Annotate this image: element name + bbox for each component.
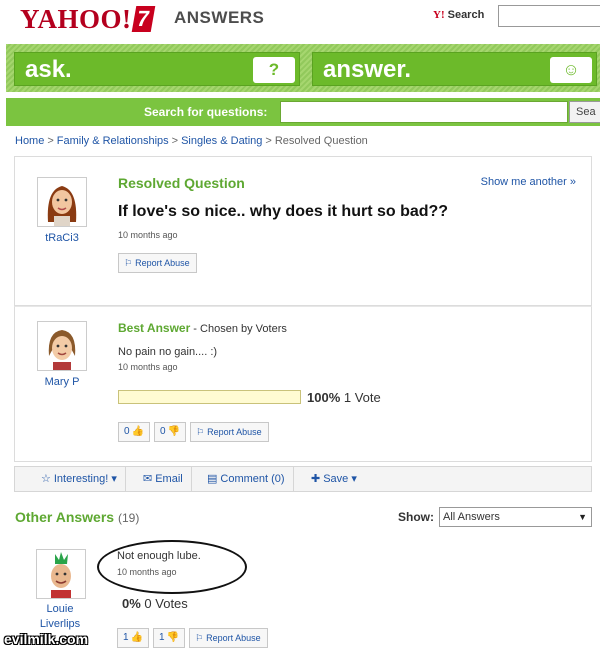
vote-progress-bar xyxy=(118,390,301,404)
question-time: 10 months ago xyxy=(118,230,178,240)
flag-icon: ⚐ xyxy=(196,427,205,437)
header: YAHOO! 7 ANSWERS Y! Search xyxy=(0,0,600,40)
asker-name[interactable]: tRaCi3 xyxy=(32,232,92,244)
chevron-down-icon: ▾ xyxy=(351,473,357,485)
answer-report-abuse-button[interactable]: ⚐ Report Abuse xyxy=(190,422,269,442)
breadcrumb-current: Resolved Question xyxy=(274,135,368,147)
question-title: If love's so nice.. why does it hurt so … xyxy=(118,203,449,220)
flag-icon: ⚐ xyxy=(195,633,204,643)
best-answer-panel: Mary P Best Answer - Chosen by Voters No… xyxy=(14,306,592,462)
ask-button[interactable]: ask. ? xyxy=(14,52,300,86)
avatar-woman-icon xyxy=(38,322,86,370)
question-search-input[interactable] xyxy=(280,101,568,123)
header-search-input[interactable] xyxy=(498,5,600,27)
interesting-button[interactable]: ☆ Interesting! ▾ xyxy=(35,467,126,491)
other-thumbs-down-button[interactable]: 1 👎 xyxy=(153,628,186,648)
logo-badge: 7 xyxy=(131,6,155,32)
show-filter-select[interactable]: All Answers ▼ xyxy=(439,507,592,527)
save-button[interactable]: ✚ Save ▾ xyxy=(305,467,365,491)
best-answer-time: 10 months ago xyxy=(118,362,178,372)
chevron-down-icon: ▾ xyxy=(111,473,117,485)
breadcrumb: Home > Family & Relationships > Singles & Da… xyxy=(15,135,368,147)
best-answer-label: Best Answer - Chosen by Voters xyxy=(118,321,287,335)
vote-result: 100% 1 Vote xyxy=(307,390,381,405)
thumbs-down-icon: 👎 xyxy=(166,632,180,643)
flag-icon: ⚐ xyxy=(124,258,133,268)
thumbs-up-icon: 👍 xyxy=(131,426,145,437)
thumbs-up-button[interactable]: 0 👍 xyxy=(118,422,151,442)
best-answer-text: No pain no gain.... :) xyxy=(118,346,218,358)
answerer-name[interactable]: Mary P xyxy=(32,376,92,388)
email-button[interactable]: ✉ Email xyxy=(137,467,192,491)
header-search-label: Y! Search xyxy=(433,9,485,21)
ask-label: ask. xyxy=(25,56,72,83)
watermark: evilmilk.com xyxy=(4,631,89,647)
plus-icon: ✚ xyxy=(311,473,321,485)
report-abuse-button[interactable]: ⚐ Report Abuse xyxy=(118,253,197,273)
question-search-strip: Search for questions: Sea xyxy=(6,98,600,126)
comment-icon: ▤ xyxy=(207,473,218,485)
other-vote-result: 0% 0 Votes xyxy=(122,596,188,611)
other-thumbs-up-button[interactable]: 1 👍 xyxy=(117,628,150,648)
thumbs-down-icon: 👎 xyxy=(167,426,181,437)
search-questions-label: Search for questions: xyxy=(144,105,268,119)
answer-button[interactable]: answer. ☺ xyxy=(312,52,597,86)
comment-button[interactable]: ▤ Comment (0) xyxy=(201,467,294,491)
logo-suffix: ANSWERS xyxy=(174,8,265,27)
logo-text: YAHOO! xyxy=(20,4,132,34)
resolved-question-label: Resolved Question xyxy=(118,175,245,191)
star-icon: ☆ xyxy=(41,473,51,485)
action-bar: ☆ Interesting! ▾ ✉ Email ▤ Comment (0) ✚ Sav… xyxy=(14,466,592,492)
question-mark-icon: ? xyxy=(253,57,295,83)
question-search-button[interactable]: Sea xyxy=(569,101,600,123)
question-panel: tRaCi3 Resolved Question Show me another… xyxy=(14,156,592,306)
thumbs-up-icon: 👍 xyxy=(130,632,144,643)
other-answers-label: Other Answers (19) xyxy=(15,509,140,525)
avatar-mohawk-icon xyxy=(37,550,85,598)
show-filter-label: Show: xyxy=(398,510,434,524)
envelope-icon: ✉ xyxy=(143,473,153,485)
asker-avatar[interactable] xyxy=(37,177,87,227)
yahoo-y-icon: Y! xyxy=(433,9,445,21)
yahoo-logo[interactable]: YAHOO! 7 xyxy=(20,4,155,35)
answerer-avatar[interactable] xyxy=(37,321,87,371)
breadcrumb-singles[interactable]: Singles & Dating xyxy=(181,135,262,147)
other-report-abuse-button[interactable]: ⚐ Report Abuse xyxy=(189,628,268,648)
chevron-down-icon: ▼ xyxy=(578,512,587,522)
answer-label: answer. xyxy=(323,56,412,83)
thumbs-down-button[interactable]: 0 👎 xyxy=(154,422,187,442)
breadcrumb-home[interactable]: Home xyxy=(15,135,44,147)
other-answerer-name-line1[interactable]: Louie xyxy=(30,603,90,615)
smiley-icon: ☺ xyxy=(550,57,592,83)
breadcrumb-family[interactable]: Family & Relationships xyxy=(57,135,169,147)
ask-answer-bar: ask. ? answer. ☺ xyxy=(6,44,600,92)
other-answerer-avatar[interactable] xyxy=(36,549,86,599)
show-another-link[interactable]: Show me another » xyxy=(481,176,576,188)
other-answerer-name-line2[interactable]: Liverlips xyxy=(30,618,90,630)
avatar-girl-icon xyxy=(38,178,86,226)
hand-drawn-circle xyxy=(97,540,247,594)
